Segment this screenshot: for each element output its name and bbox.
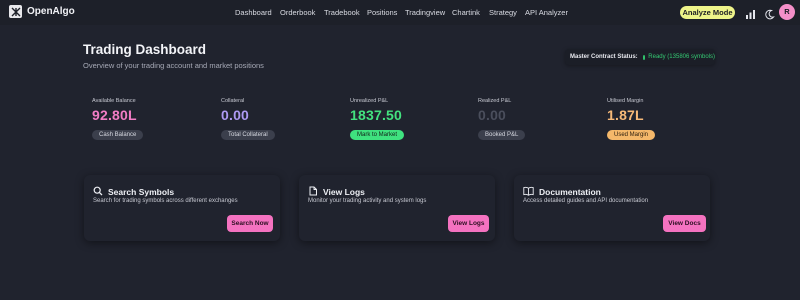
analyze-mode-button[interactable]: Analyze Mode [680, 6, 735, 19]
nav-chartink[interactable]: Chartink [452, 8, 480, 17]
card-description: Search for trading symbols across differ… [93, 198, 238, 204]
stat-badge: Mark to Market [350, 130, 405, 140]
stat-value: 1837.50 [350, 107, 403, 123]
stat-value: 1.87L [607, 107, 644, 123]
card-title: Documentation [539, 187, 601, 197]
status-dot-icon [642, 54, 646, 60]
card-title: Search Symbols [108, 187, 175, 197]
stat-label: Realized P&L [478, 98, 512, 104]
top-navbar: OpenAlgo Dashboard Orderbook Tradebook P… [0, 0, 800, 25]
stat-available-balance: Available Balance 92.80L Cash Balance [92, 98, 144, 141]
stat-value: 0.00 [221, 107, 250, 123]
card-search-symbols: Search Symbols Search for trading symbol… [84, 175, 280, 241]
stat-label: Collateral [221, 98, 245, 104]
nav-api-analyzer[interactable]: API Analyzer [525, 8, 568, 17]
stat-value: 92.80L [92, 107, 137, 123]
status-label: Master Contract Status: [570, 54, 638, 60]
stat-label: Utilised Margin [607, 98, 644, 104]
nav-tradebook[interactable]: Tradebook [324, 8, 360, 17]
stat-collateral: Collateral 0.00 Total Collateral [221, 98, 275, 141]
nav-dashboard[interactable]: Dashboard [235, 8, 272, 17]
status-value: Ready (135806 symbols) [648, 54, 715, 60]
card-description: Monitor your trading activity and system… [308, 198, 427, 204]
stat-unrealized-pnl: Unrealized P&L 1837.50 Mark to Market [350, 98, 405, 141]
stat-realized-pnl: Realized P&L 0.00 Booked P&L [478, 98, 526, 141]
stat-badge: Booked P&L [478, 130, 526, 140]
master-contract-status: Master Contract Status: Ready (135806 sy… [565, 49, 715, 65]
nav-strategy[interactable]: Strategy [489, 8, 517, 17]
page-title: Trading Dashboard [83, 42, 207, 57]
card-description: Access detailed guides and API documenta… [523, 198, 649, 204]
stat-badge: Cash Balance [92, 130, 144, 140]
stat-label: Unrealized P&L [350, 98, 389, 104]
page-subtitle: Overview of your trading account and mar… [83, 61, 264, 70]
view-docs-button[interactable]: View Docs [663, 215, 706, 232]
moon-icon[interactable] [764, 7, 775, 20]
search-now-button[interactable]: Search Now [227, 215, 273, 232]
stat-badge: Used Margin [607, 130, 656, 140]
bar-chart-icon[interactable] [745, 7, 756, 19]
nav-tradingview[interactable]: Tradingview [405, 8, 445, 17]
card-documentation: Documentation Access detailed guides and… [514, 175, 710, 241]
nav-orderbook[interactable]: Orderbook [280, 8, 315, 17]
stat-badge: Total Collateral [221, 130, 275, 140]
stat-label: Available Balance [92, 98, 136, 104]
stat-value: 0.00 [478, 107, 507, 123]
stat-utilised-margin: Utilised Margin 1.87L Used Margin [607, 98, 656, 141]
user-avatar[interactable]: R [779, 4, 795, 20]
nav-positions[interactable]: Positions [367, 8, 397, 17]
card-title: View Logs [323, 187, 365, 197]
view-logs-button[interactable]: View Logs [448, 215, 489, 232]
card-view-logs: View Logs Monitor your trading activity … [299, 175, 495, 241]
